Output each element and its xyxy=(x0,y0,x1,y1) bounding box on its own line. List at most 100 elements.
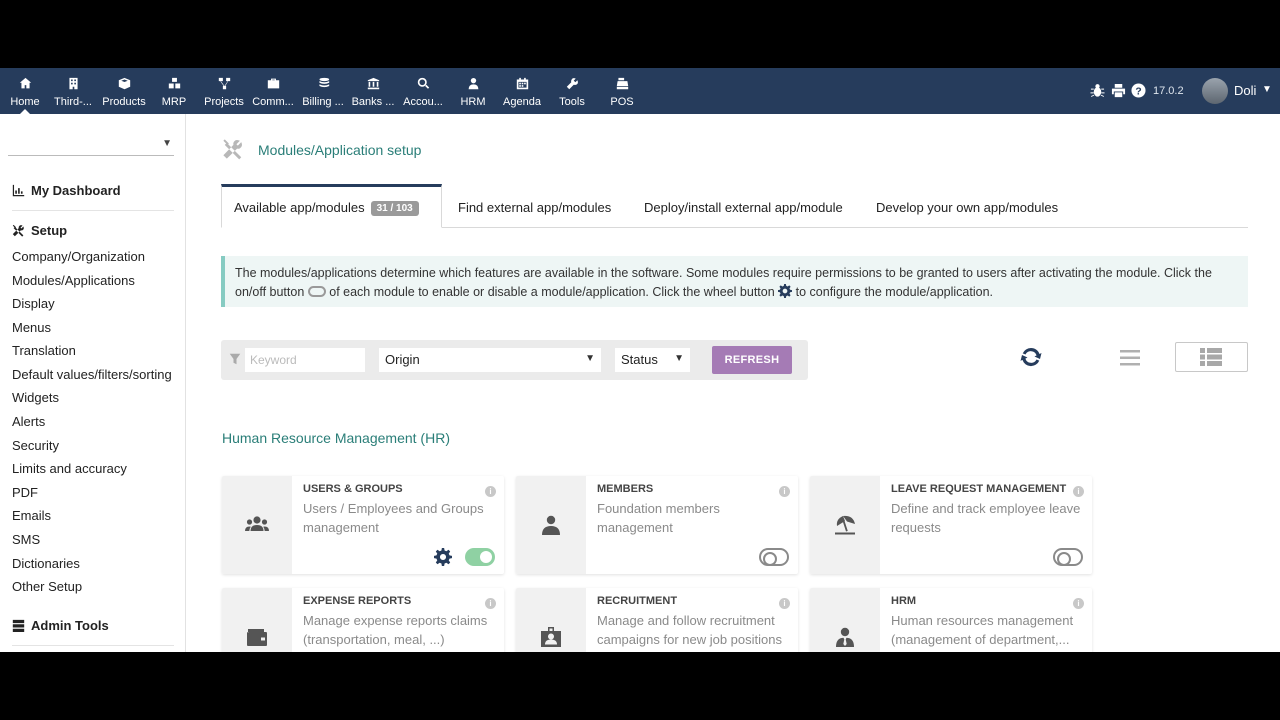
user-name[interactable]: Doli xyxy=(1234,83,1256,98)
sync-icon xyxy=(1020,347,1042,367)
status-select[interactable]: Status ▼ xyxy=(615,348,690,372)
help-icon[interactable]: ? xyxy=(1131,83,1146,103)
kanban-view-button[interactable] xyxy=(1175,342,1248,372)
keyword-input[interactable] xyxy=(245,348,365,372)
sidebar-item-alerts[interactable]: Alerts xyxy=(12,414,45,429)
cube-icon xyxy=(99,77,149,91)
nav-billing[interactable]: Billing ... xyxy=(298,68,348,114)
sidebar-admin-tools[interactable]: Admin Tools xyxy=(12,618,109,633)
nav-products[interactable]: Products xyxy=(99,68,149,114)
module-toggle-off[interactable] xyxy=(759,548,789,566)
building-icon xyxy=(48,77,98,91)
sidebar-item-sms[interactable]: SMS xyxy=(12,532,40,547)
sidebar-item-display[interactable]: Display xyxy=(12,296,55,311)
module-description: Foundation members management xyxy=(597,501,720,535)
gear-icon[interactable] xyxy=(434,548,452,571)
nav-label: Banks ... xyxy=(351,96,395,108)
top-navigation-bar: Home Third-... Products MRP Projects Com… xyxy=(0,68,1280,114)
info-icon[interactable]: i xyxy=(779,486,790,497)
sidebar-item-other-setup[interactable]: Other Setup xyxy=(12,579,82,594)
module-title: HRM xyxy=(891,595,917,607)
nav-pos[interactable]: POS xyxy=(597,68,647,114)
select-value: Status xyxy=(621,352,658,367)
module-description: Define and track employee leave requests xyxy=(891,501,1081,535)
calendar-icon xyxy=(497,77,547,91)
nav-label: Projects xyxy=(204,96,244,108)
reload-view-button[interactable] xyxy=(996,342,1066,372)
info-icon[interactable]: i xyxy=(485,486,496,497)
sidebar-select[interactable]: ▼ xyxy=(8,132,174,156)
select-value: Origin xyxy=(385,352,420,367)
id-badge-icon xyxy=(516,588,586,652)
sitemap-icon xyxy=(199,77,249,91)
wallet-icon xyxy=(222,588,292,652)
filter-icon xyxy=(229,352,241,370)
refresh-button[interactable]: REFRESH xyxy=(712,346,792,374)
info-icon[interactable]: i xyxy=(1073,486,1084,497)
nav-label: Third-... xyxy=(54,96,92,108)
sidebar-item-company[interactable]: Company/Organization xyxy=(12,249,145,264)
nav-hrm[interactable]: HRM xyxy=(448,68,498,114)
server-icon xyxy=(12,619,25,632)
nav-label: MRP xyxy=(161,96,187,108)
avatar[interactable] xyxy=(1202,78,1228,104)
sidebar-item-security[interactable]: Security xyxy=(12,438,59,453)
sidebar-label: Admin Tools xyxy=(31,618,109,633)
tab-develop-own[interactable]: Develop your own app/modules xyxy=(876,184,1058,228)
tab-find-external[interactable]: Find external app/modules xyxy=(458,184,611,228)
print-icon[interactable] xyxy=(1111,83,1126,103)
nav-agenda[interactable]: Agenda xyxy=(497,68,547,114)
nav-projects[interactable]: Projects xyxy=(199,68,249,114)
divider xyxy=(12,210,174,211)
module-description: Human resources management (management o… xyxy=(891,613,1074,647)
info-icon[interactable]: i xyxy=(1073,598,1084,609)
version-label: 17.0.2 xyxy=(1153,85,1184,97)
home-icon xyxy=(0,77,50,91)
sidebar-my-dashboard[interactable]: My Dashboard xyxy=(12,183,121,198)
nav-third-parties[interactable]: Third-... xyxy=(48,68,98,114)
nav-label: Billing ... xyxy=(302,96,344,108)
sidebar-item-dictionaries[interactable]: Dictionaries xyxy=(12,556,80,571)
tools-icon xyxy=(12,224,24,237)
grid-list-icon xyxy=(1200,348,1222,366)
sidebar-item-emails[interactable]: Emails xyxy=(12,508,51,523)
nav-banks[interactable]: Banks ... xyxy=(348,68,398,114)
origin-select[interactable]: Origin ▼ xyxy=(379,348,601,372)
sidebar-item-modules[interactable]: Modules/Applications xyxy=(12,273,135,288)
nav-commercial[interactable]: Comm... xyxy=(248,68,298,114)
cubes-icon xyxy=(149,77,199,91)
sidebar-item-pdf[interactable]: PDF xyxy=(12,485,38,500)
nav-home[interactable]: Home xyxy=(0,68,50,114)
chevron-down-icon: ▼ xyxy=(585,353,595,364)
nav-label: POS xyxy=(610,96,634,108)
sidebar-item-menus[interactable]: Menus xyxy=(12,320,51,335)
sidebar-item-limits[interactable]: Limits and accuracy xyxy=(12,461,127,476)
list-view-button[interactable] xyxy=(1096,342,1164,372)
sidebar-item-widgets[interactable]: Widgets xyxy=(12,390,59,405)
module-toggle-on[interactable] xyxy=(465,548,495,566)
nav-accounting[interactable]: Accou... xyxy=(398,68,448,114)
module-toggle-off[interactable] xyxy=(1053,548,1083,566)
toggle-off-icon xyxy=(307,286,326,297)
bug-icon[interactable] xyxy=(1090,83,1105,103)
chevron-down-icon[interactable]: ▼ xyxy=(1262,84,1272,95)
nav-label: Comm... xyxy=(252,96,294,108)
sidebar-item-default-values[interactable]: Default values/filters/sorting xyxy=(12,367,172,382)
nav-mrp[interactable]: MRP xyxy=(149,68,199,114)
sidebar-item-translation[interactable]: Translation xyxy=(12,343,76,358)
tab-available-modules[interactable]: Available app/modules 31 / 103 xyxy=(221,184,442,228)
tab-bar: Available app/modules 31 / 103 Find exter… xyxy=(221,184,1248,228)
sidebar-label: Setup xyxy=(31,223,68,238)
sidebar-setup[interactable]: Setup xyxy=(12,223,67,238)
cash-register-icon xyxy=(597,77,647,91)
module-card-recruitment: RECRUITMENT Manage and follow recruitmen… xyxy=(516,588,798,652)
gear-icon xyxy=(778,284,793,299)
tab-deploy-external[interactable]: Deploy/install external app/module xyxy=(644,184,843,228)
nav-label: HRM xyxy=(460,96,486,108)
section-title: Human Resource Management (HR) xyxy=(222,430,450,446)
info-box: The modules/applications determine which… xyxy=(221,256,1248,307)
nav-tools[interactable]: Tools xyxy=(547,68,597,114)
nav-label: Tools xyxy=(559,96,585,108)
info-icon[interactable]: i xyxy=(485,598,496,609)
info-icon[interactable]: i xyxy=(779,598,790,609)
